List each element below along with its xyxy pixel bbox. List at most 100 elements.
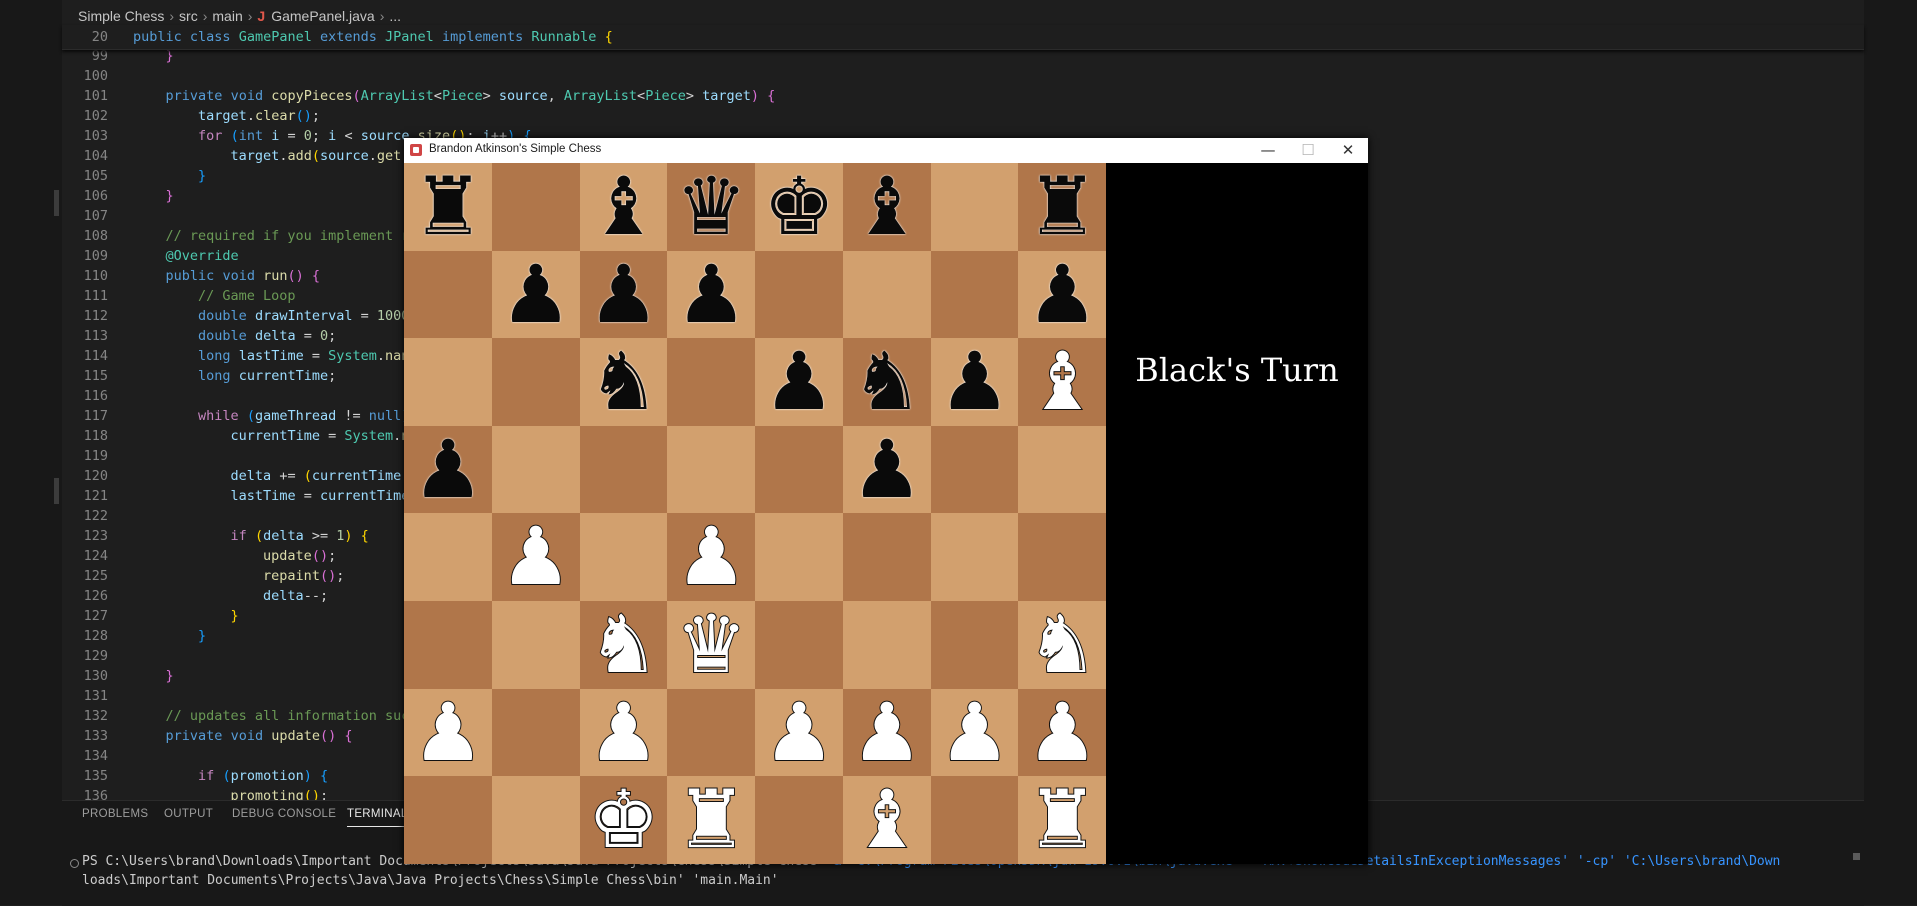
board-square[interactable]: ♟ <box>930 688 1019 777</box>
code-line[interactable]: 107 <box>62 206 133 226</box>
board-square[interactable] <box>930 601 1019 689</box>
board-square[interactable]: ♛ <box>667 601 756 689</box>
board-square[interactable]: ♟ <box>404 425 493 514</box>
breadcrumb-item[interactable]: src <box>179 8 198 24</box>
white-knight-icon[interactable]: ♞ <box>587 604 661 686</box>
board-square[interactable] <box>579 513 668 602</box>
tab-debug-console[interactable]: DEBUG CONSOLE <box>232 808 336 820</box>
code-line[interactable]: 135 if (promotion) { <box>62 766 329 786</box>
board-square[interactable] <box>842 601 931 689</box>
tab-output[interactable]: OUTPUT <box>164 808 213 820</box>
code-line[interactable]: 100 <box>62 66 133 86</box>
black-pawn-icon[interactable]: ♟ <box>763 342 835 422</box>
black-bishop-icon[interactable]: ♝ <box>588 167 660 247</box>
code-line[interactable]: 105 } <box>62 166 207 186</box>
breadcrumb-item[interactable]: main <box>212 8 242 24</box>
board-square[interactable] <box>491 425 580 514</box>
black-pawn-icon[interactable]: ♟ <box>412 429 484 510</box>
code-line[interactable]: 130 } <box>62 666 174 686</box>
board-square[interactable] <box>755 513 844 602</box>
board-square[interactable] <box>755 601 844 689</box>
code-line[interactable]: 101 private void copyPieces(ArrayList<Pi… <box>62 86 776 106</box>
board-square[interactable]: ♟ <box>1018 250 1107 339</box>
code-line[interactable]: 117 while (gameThread != null) { <box>62 406 426 426</box>
code-line[interactable]: 121 lastTime = currentTime; <box>62 486 418 506</box>
board-square[interactable] <box>404 776 493 865</box>
black-queen-icon[interactable]: ♛ <box>676 167 748 247</box>
board-square[interactable] <box>667 425 756 514</box>
board-square[interactable] <box>667 338 756 427</box>
code-line[interactable]: 115 long currentTime; <box>62 366 337 386</box>
board-square[interactable] <box>930 163 1019 251</box>
black-pawn-icon[interactable]: ♟ <box>500 254 572 335</box>
tab-problems[interactable]: PROBLEMS <box>82 808 148 820</box>
code-line[interactable]: 133 private void update() { <box>62 726 353 746</box>
board-square[interactable]: ♚ <box>755 163 844 251</box>
terminal-line[interactable]: loads\Important Documents\Projects\Java\… <box>82 873 779 888</box>
code-line[interactable]: 109 @Override <box>62 246 239 266</box>
code-line[interactable]: 127 } <box>62 606 239 626</box>
board-square[interactable] <box>930 425 1019 514</box>
code-line[interactable]: 125 repaint(); <box>62 566 345 586</box>
board-square[interactable] <box>930 250 1019 339</box>
code-line[interactable]: 110 public void run() { <box>62 266 320 286</box>
code-line[interactable]: 113 double delta = 0; <box>62 326 337 346</box>
board-square[interactable]: ♞ <box>579 338 668 427</box>
board-square[interactable] <box>404 601 493 689</box>
board-square[interactable] <box>842 250 931 339</box>
black-rook-icon[interactable]: ♜ <box>1027 167 1099 247</box>
white-pawn-icon[interactable]: ♟ <box>587 691 661 773</box>
maximize-button[interactable]: ☐ <box>1288 138 1328 163</box>
board-square[interactable] <box>404 513 493 602</box>
board-square[interactable] <box>491 776 580 865</box>
board-square[interactable] <box>579 425 668 514</box>
board-square[interactable] <box>755 425 844 514</box>
terminal-scrollbar[interactable] <box>1853 853 1860 860</box>
board-square[interactable]: ♞ <box>1018 601 1107 689</box>
board-square[interactable]: ♝ <box>579 163 668 251</box>
black-knight-icon[interactable]: ♞ <box>588 342 660 422</box>
white-knight-icon[interactable]: ♞ <box>1026 604 1100 686</box>
white-queen-icon[interactable]: ♛ <box>675 604 749 686</box>
white-pawn-icon[interactable]: ♟ <box>675 516 749 598</box>
board-square[interactable] <box>755 250 844 339</box>
board-square[interactable]: ♟ <box>491 250 580 339</box>
board-square[interactable]: ♝ <box>842 163 931 251</box>
board-square[interactable] <box>1018 513 1107 602</box>
board-square[interactable] <box>491 163 580 251</box>
white-pawn-icon[interactable]: ♟ <box>1026 691 1100 773</box>
code-line[interactable]: 104 target.add(source.get(i)); <box>62 146 442 166</box>
code-line[interactable]: 106 } <box>62 186 174 206</box>
code-line[interactable]: 126 delta--; <box>62 586 328 606</box>
board-square[interactable]: ♟ <box>755 338 844 427</box>
white-bishop-icon[interactable]: ♝ <box>1026 341 1100 423</box>
code-line[interactable]: 102 target.clear(); <box>62 106 320 126</box>
white-rook-icon[interactable]: ♜ <box>675 779 749 861</box>
code-line[interactable]: 122 <box>62 506 133 526</box>
sticky-scroll-header[interactable]: 20 public class GamePanel extends JPanel … <box>62 25 1864 50</box>
board-square[interactable] <box>667 688 756 777</box>
board-square[interactable]: ♟ <box>579 250 668 339</box>
white-pawn-icon[interactable]: ♟ <box>850 691 924 773</box>
code-line[interactable]: 128 } <box>62 626 207 646</box>
tab-terminal[interactable]: TERMINAL <box>347 808 408 827</box>
white-bishop-icon[interactable]: ♝ <box>850 779 924 861</box>
board-square[interactable]: ♞ <box>579 601 668 689</box>
board-square[interactable]: ♝ <box>842 776 931 865</box>
board-square[interactable] <box>930 513 1019 602</box>
board-square[interactable]: ♜ <box>404 163 493 251</box>
board-square[interactable] <box>491 688 580 777</box>
board-square[interactable] <box>1018 425 1107 514</box>
code-line[interactable]: 129 <box>62 646 133 666</box>
breadcrumb-item[interactable]: Simple Chess <box>78 8 164 24</box>
black-pawn-icon[interactable]: ♟ <box>676 254 748 335</box>
code-line[interactable]: 131 <box>62 686 133 706</box>
board-square[interactable]: ♛ <box>667 163 756 251</box>
board-square[interactable]: ♟ <box>930 338 1019 427</box>
white-pawn-icon[interactable]: ♟ <box>938 691 1012 773</box>
black-bishop-icon[interactable]: ♝ <box>851 167 923 247</box>
board-square[interactable]: ♟ <box>842 688 931 777</box>
code-line[interactable]: 123 if (delta >= 1) { <box>62 526 369 546</box>
board-square[interactable]: ♟ <box>755 688 844 777</box>
black-knight-icon[interactable]: ♞ <box>851 342 923 422</box>
